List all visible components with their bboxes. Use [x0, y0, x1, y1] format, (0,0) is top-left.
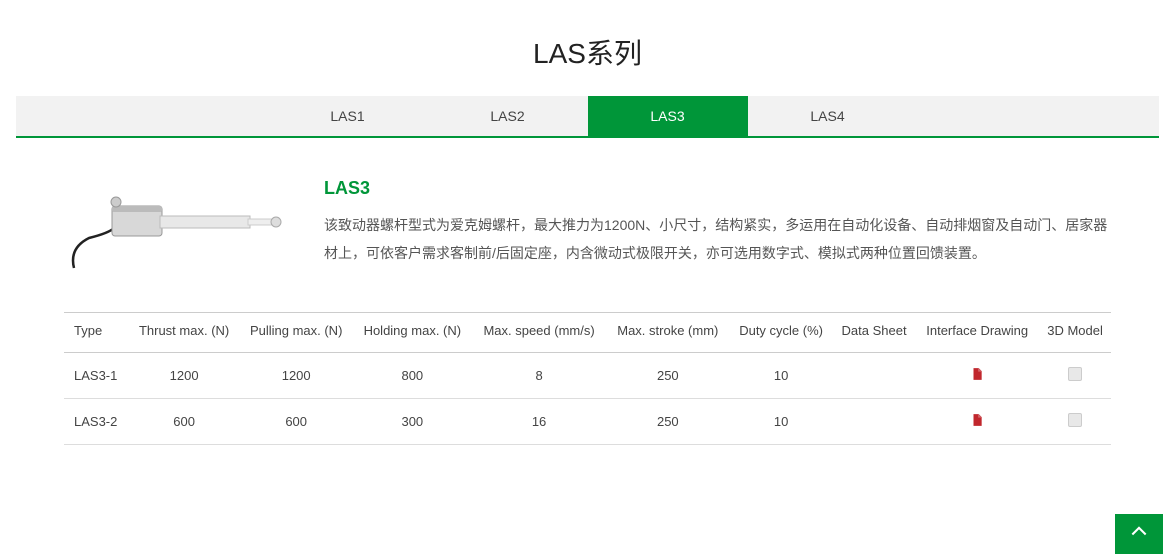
table-row: LAS3-2 600 600 300 16 250 10 — [64, 399, 1111, 445]
cell-stroke: 250 — [606, 353, 729, 399]
cell-model[interactable] — [1039, 399, 1111, 445]
cell-speed: 8 — [472, 353, 606, 399]
file-icon — [1068, 367, 1082, 381]
cell-pulling: 1200 — [240, 353, 353, 399]
tab-las1[interactable]: LAS1 — [268, 96, 428, 136]
spec-table: Type Thrust max. (N) Pulling max. (N) Ho… — [64, 312, 1111, 445]
cell-thrust: 600 — [129, 399, 240, 445]
product-description: 该致动器螺杆型式为爱克姆螺杆，最大推力为1200N、小尺寸，结构紧实，多运用在自… — [324, 211, 1111, 267]
col-stroke: Max. stroke (mm) — [606, 313, 729, 353]
cell-duty: 10 — [729, 353, 833, 399]
cell-datasheet — [833, 399, 915, 445]
product-content: LAS3 该致动器螺杆型式为爱克姆螺杆，最大推力为1200N、小尺寸，结构紧实，… — [0, 138, 1175, 288]
cell-pulling: 600 — [240, 399, 353, 445]
scroll-top-button[interactable] — [1115, 514, 1163, 554]
cell-model[interactable] — [1039, 353, 1111, 399]
tabs-spacer — [16, 96, 268, 136]
col-type: Type — [64, 313, 129, 353]
file-icon — [1068, 413, 1082, 427]
cell-thrust: 1200 — [129, 353, 240, 399]
tab-las3[interactable]: LAS3 — [588, 96, 748, 136]
tabs-bar: LAS1 LAS2 LAS3 LAS4 — [16, 96, 1159, 138]
col-model: 3D Model — [1039, 313, 1111, 353]
tabs-spacer-right — [908, 96, 1160, 136]
col-holding: Holding max. (N) — [353, 313, 472, 353]
product-text: LAS3 该致动器螺杆型式为爱克姆螺杆，最大推力为1200N、小尺寸，结构紧实，… — [324, 178, 1111, 288]
col-drawing: Interface Drawing — [915, 313, 1039, 353]
cell-datasheet — [833, 353, 915, 399]
cell-duty: 10 — [729, 399, 833, 445]
spec-table-wrap: Type Thrust max. (N) Pulling max. (N) Ho… — [0, 288, 1175, 445]
table-row: LAS3-1 1200 1200 800 8 250 10 — [64, 353, 1111, 399]
tab-las2[interactable]: LAS2 — [428, 96, 588, 136]
cell-holding: 300 — [353, 399, 472, 445]
col-pulling: Pulling max. (N) — [240, 313, 353, 353]
chevron-up-icon — [1129, 522, 1149, 547]
pdf-icon — [970, 413, 984, 427]
col-duty: Duty cycle (%) — [729, 313, 833, 353]
col-datasheet: Data Sheet — [833, 313, 915, 353]
tab-las4[interactable]: LAS4 — [748, 96, 908, 136]
pdf-icon — [970, 367, 984, 381]
cell-speed: 16 — [472, 399, 606, 445]
cell-type: LAS3-1 — [64, 353, 129, 399]
col-speed: Max. speed (mm/s) — [472, 313, 606, 353]
cell-type: LAS3-2 — [64, 399, 129, 445]
cell-stroke: 250 — [606, 399, 729, 445]
product-heading: LAS3 — [324, 178, 1111, 199]
product-image — [64, 178, 284, 288]
page-title: LAS系列 — [0, 0, 1175, 96]
cell-holding: 800 — [353, 353, 472, 399]
col-thrust: Thrust max. (N) — [129, 313, 240, 353]
cell-drawing[interactable] — [915, 399, 1039, 445]
cell-drawing[interactable] — [915, 353, 1039, 399]
